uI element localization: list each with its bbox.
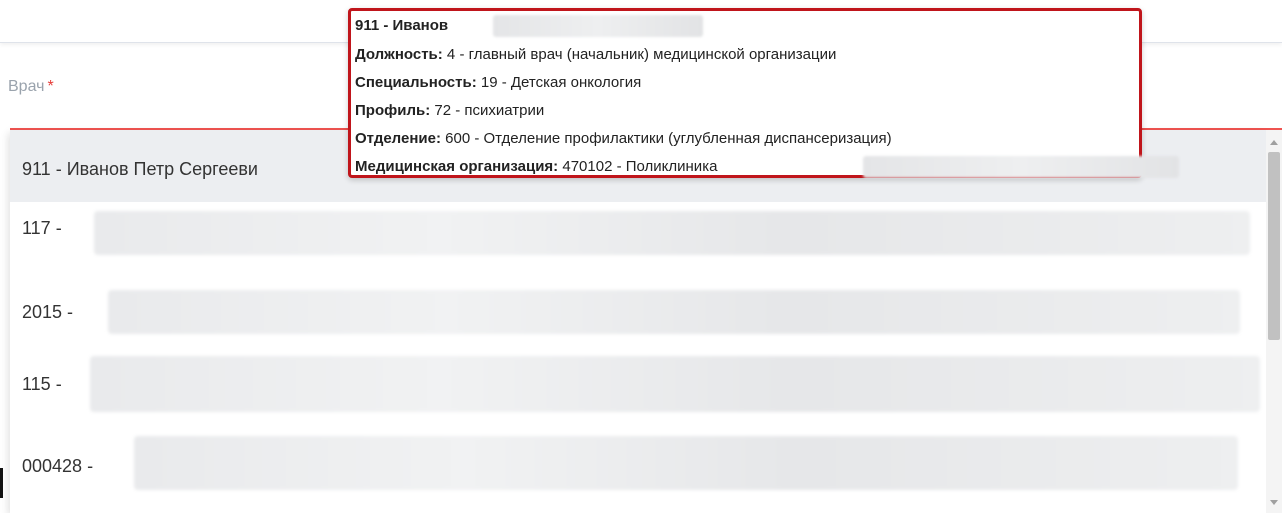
org-label: Медицинская организация: [355,158,559,175]
position-value: 4 - главный врач (начальник) медицинской… [442,46,837,63]
tooltip-org-line: Медицинская организация: 470102 - Поликл… [355,158,717,175]
dropdown-option-2015[interactable]: 2015 - [10,290,1266,350]
dropdown-option-115[interactable]: 115 - [10,356,1266,418]
option-text: 117 - [22,218,62,238]
redacted-region [108,290,1240,334]
doctor-field-label: Врач * [8,78,54,96]
option-text: 115 - [22,374,62,394]
department-value: 600 - Отделение профилактики (углубленна… [440,130,892,147]
doctor-info-tooltip: 911 - Иванов Должность: 4 - главный врач… [348,8,1179,178]
tooltip-title: 911 - Иванов [355,17,448,34]
doctor-dropdown-list: 911 - Иванов Петр Сергееви 117 - 2015 - … [10,130,1266,513]
org-value: 470102 - Поликлиника [558,158,718,175]
scroll-up-icon[interactable] [1270,140,1278,145]
scrollbar-thumb[interactable] [1268,152,1280,340]
redacted-region [94,211,1250,255]
tooltip-profile-line: Профиль: 72 - психиатрии [355,102,544,119]
redacted-org [863,156,1179,178]
scroll-down-icon[interactable] [1270,500,1278,505]
required-mark: * [47,78,54,95]
option-text: 2015 - [22,302,74,322]
specialty-value: 19 - Детская онкология [476,74,642,91]
option-text: 000428 - [22,456,94,476]
tooltip-department-line: Отделение: 600 - Отделение профилактики … [355,130,892,147]
profile-label: Профиль: [355,102,431,119]
redacted-region [134,436,1238,490]
edge-marker [0,468,3,498]
tooltip-specialty-line: Специальность: 19 - Детская онкология [355,74,641,91]
specialty-label: Специальность: [355,74,477,91]
redacted-name [493,15,703,37]
doctor-label-text: Врач [8,78,45,95]
position-label: Должность: [355,46,443,63]
dropdown-option-117[interactable]: 117 - [10,210,1266,272]
department-label: Отделение: [355,130,441,147]
profile-value: 72 - психиатрии [430,102,545,119]
dropdown-option-000428[interactable]: 000428 - [10,436,1266,498]
tooltip-title-text: 911 - Иванов [355,17,449,34]
redacted-region [90,356,1260,412]
option-text: 911 - Иванов Петр Сергееви [22,159,258,179]
tooltip-position-line: Должность: 4 - главный врач (начальник) … [355,46,836,63]
